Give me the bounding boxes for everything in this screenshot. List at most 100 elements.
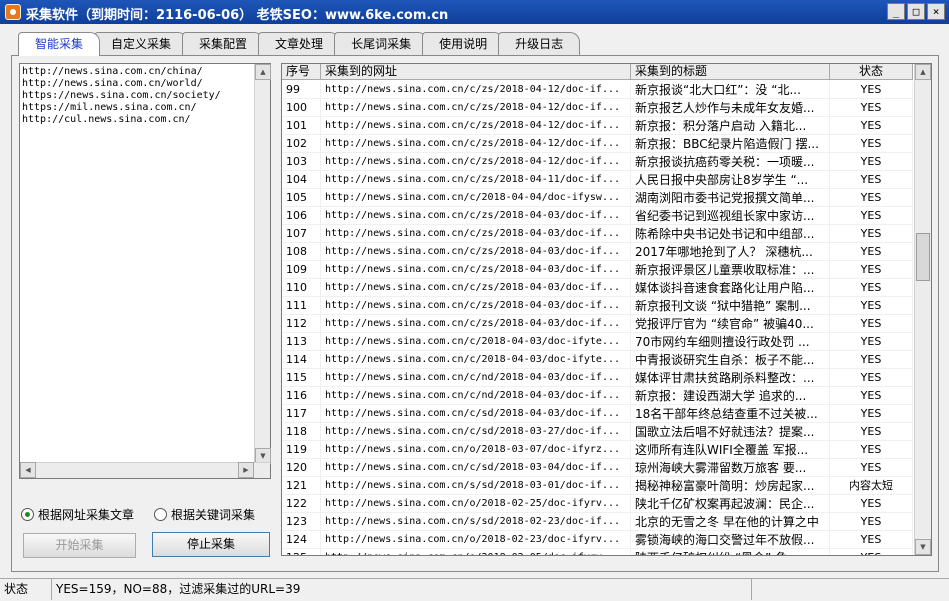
col-header-status[interactable]: 状态 [830,64,913,80]
cell-title: 中青报谈研究生自杀：板子不能... [631,351,830,369]
radio-by-keyword-label: 根据关键词采集 [171,508,256,522]
cell-no: 103 [282,153,321,171]
cell-no: 115 [282,369,321,387]
table-row[interactable]: 105 http://news.sina.com.cn/c/2018-04-04/… [282,189,913,207]
scroll-left-arrow-icon[interactable]: ◀ [20,462,36,478]
col-header-title[interactable]: 采集到的标题 [631,64,830,80]
table-row[interactable]: 108 http://news.sina.com.cn/c/zs/2018-04-… [282,243,913,261]
cell-no: 101 [282,117,321,135]
table-row[interactable]: 123 http://news.sina.com.cn/s/sd/2018-02-… [282,513,913,531]
radio-checked-icon[interactable] [21,508,34,521]
cell-title: 新京报评景区儿童票收取标准：... [631,261,830,279]
radio-unchecked-icon[interactable] [154,508,168,521]
radio-by-url[interactable]: 根据网址采集文章 [21,506,134,523]
table-row[interactable]: 120 http://news.sina.com.cn/c/sd/2018-03-… [282,459,913,477]
scroll-thumb[interactable] [916,233,930,281]
stop-collect-button[interactable]: 停止采集 [152,532,270,557]
cell-title: 湖南浏阳市委书记党报撰文简单... [631,189,830,207]
table-row[interactable]: 109 http://news.sina.com.cn/c/zs/2018-04-… [282,261,913,279]
cell-status: YES [830,99,913,117]
table-row[interactable]: 114 http://news.sina.com.cn/c/2018-04-03/… [282,351,913,369]
table-body: 99 http://news.sina.com.cn/c/zs/2018-04-1… [282,81,913,555]
cell-title: 人民日报中央部房让8岁学生 “... [631,171,830,189]
col-header-url[interactable]: 采集到的网址 [321,64,631,80]
table-row[interactable]: 119 http://news.sina.com.cn/o/2018-03-07/… [282,441,913,459]
close-button[interactable]: × [927,3,945,20]
cell-status: YES [830,531,913,549]
cell-no: 113 [282,333,321,351]
radio-by-url-label: 根据网址采集文章 [38,508,135,522]
table-row[interactable]: 102 http://news.sina.com.cn/c/zs/2018-04-… [282,135,913,153]
scroll-down-arrow-icon[interactable]: ▼ [915,539,931,555]
cell-url: http://news.sina.com.cn/s/sd/2018-03-01/… [321,477,631,495]
minimize-button[interactable]: _ [887,3,905,20]
cell-url: http://news.sina.com.cn/c/zs/2018-04-03/… [321,261,631,279]
cell-title: 新京报艺人炒作与未成年女友婚... [631,99,830,117]
tab-custom-collect[interactable]: 自定义采集 [94,32,189,55]
cell-url: http://news.sina.com.cn/o/2018-03-07/doc… [321,441,631,459]
cell-title: 新京报谈“北大口红”：没 “北... [631,81,830,99]
table-row[interactable]: 124 http://news.sina.com.cn/o/2018-02-23/… [282,531,913,549]
cell-no: 111 [282,297,321,315]
table-row[interactable]: 117 http://news.sina.com.cn/c/sd/2018-04-… [282,405,913,423]
table-row[interactable]: 121 http://news.sina.com.cn/s/sd/2018-03-… [282,477,913,495]
maximize-button[interactable]: □ [907,3,925,20]
tab-collect-config[interactable]: 采集配置 [182,32,265,55]
table-row[interactable]: 122 http://news.sina.com.cn/o/2018-02-25/… [282,495,913,513]
tab-changelog[interactable]: 升级日志 [498,32,581,55]
cell-status: YES [830,513,913,531]
table-vscrollbar[interactable]: ▲ ▼ [914,64,931,555]
table-row[interactable]: 101 http://news.sina.com.cn/c/zs/2018-04-… [282,117,913,135]
cell-title: 新京报：建设西湖大学 追求的... [631,387,830,405]
col-header-no[interactable]: 序号 [282,64,321,80]
cell-no: 107 [282,225,321,243]
table-row[interactable]: 116 http://news.sina.com.cn/c/nd/2018-04-… [282,387,913,405]
url-list-vscrollbar[interactable]: ▲ ▼ [254,64,271,464]
results-table: 序号 采集到的网址 采集到的标题 状态 99 http://news.sina.c… [281,63,932,556]
table-row[interactable]: 99 http://news.sina.com.cn/c/zs/2018-04-1… [282,81,913,99]
tab-longtail-collect[interactable]: 长尾词采集 [334,32,429,55]
cell-url: http://news.sina.com.cn/o/2018-02-25/doc… [321,495,631,513]
cell-no: 102 [282,135,321,153]
table-row[interactable]: 110 http://news.sina.com.cn/c/zs/2018-04-… [282,279,913,297]
scroll-up-arrow-icon[interactable]: ▲ [915,64,931,80]
scroll-up-arrow-icon[interactable]: ▲ [255,64,271,80]
start-collect-button[interactable]: 开始采集 [23,533,136,558]
cell-status: YES [830,81,913,99]
scroll-right-arrow-icon[interactable]: ▶ [238,462,254,478]
cell-url: http://news.sina.com.cn/c/sd/2018-03-04/… [321,459,631,477]
table-row[interactable]: 112 http://news.sina.com.cn/c/zs/2018-04-… [282,315,913,333]
cell-status: YES [830,333,913,351]
table-row[interactable]: 104 http://news.sina.com.cn/c/zs/2018-04-… [282,171,913,189]
url-list-hscrollbar[interactable]: ◀ ▶ [20,462,270,478]
tab-smart-collect[interactable]: 智能采集 [18,32,101,56]
cell-url: http://news.sina.com.cn/c/zs/2018-04-03/… [321,279,631,297]
cell-status: YES [830,441,913,459]
table-row[interactable]: 115 http://news.sina.com.cn/c/nd/2018-04-… [282,369,913,387]
url-list-textarea[interactable]: http://news.sina.com.cn/china/ http://ne… [19,63,271,479]
cell-status: 内容太短 [830,477,913,495]
table-row[interactable]: 111 http://news.sina.com.cn/c/zs/2018-04-… [282,297,913,315]
radio-by-keyword[interactable]: 根据关键词采集 [154,506,255,523]
tab-instructions[interactable]: 使用说明 [422,32,505,55]
cell-status: YES [830,387,913,405]
table-row[interactable]: 106 http://news.sina.com.cn/c/zs/2018-04-… [282,207,913,225]
cell-status: YES [830,171,913,189]
url-line: http://news.sina.com.cn/world/ [22,78,203,89]
table-row[interactable]: 107 http://news.sina.com.cn/c/zs/2018-04-… [282,225,913,243]
table-row[interactable]: 118 http://news.sina.com.cn/c/sd/2018-03-… [282,423,913,441]
table-row[interactable]: 113 http://news.sina.com.cn/c/2018-04-03/… [282,333,913,351]
cell-title: 18名干部年终总结查重不过关被... [631,405,830,423]
cell-no: 104 [282,171,321,189]
table-row[interactable]: 103 http://news.sina.com.cn/c/zs/2018-04-… [282,153,913,171]
cell-url: http://news.sina.com.cn/c/2018-04-03/doc… [321,351,631,369]
cell-status: YES [830,135,913,153]
cell-status: YES [830,207,913,225]
table-row[interactable]: 100 http://news.sina.com.cn/c/zs/2018-04-… [282,99,913,117]
table-row[interactable]: 125http://news.sina.com.cn/o/2018-02-05/… [282,549,913,555]
cell-status: YES [830,297,913,315]
cell-status: YES [830,189,913,207]
cell-url: http://news.sina.com.cn/c/zs/2018-04-03/… [321,243,631,261]
cell-title: 揭秘神秘富豪叶简明：炒房起家... [631,477,830,495]
tab-article-process[interactable]: 文章处理 [258,32,341,55]
